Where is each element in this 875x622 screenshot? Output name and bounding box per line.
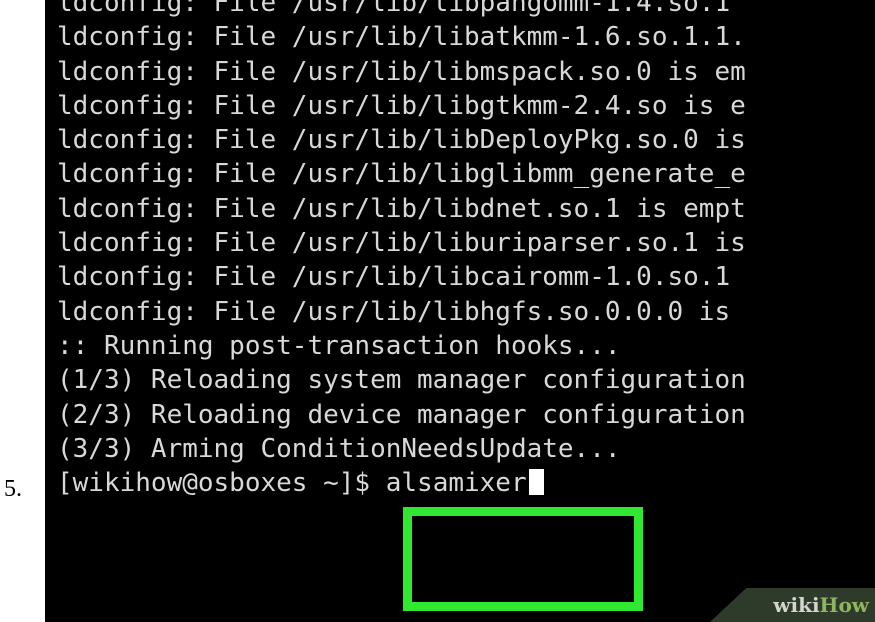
shell-prompt: [wikihow@osboxes ~]$: [57, 468, 386, 499]
terminal-line: ldconfig: File /usr/lib/libatkmm-1.6.so.…: [57, 22, 746, 53]
typed-command[interactable]: alsamixer: [386, 468, 527, 498]
terminal-line: (2/3) Reloading device manager configura…: [57, 399, 746, 430]
terminal-line: :: Running post-transaction hooks...: [57, 330, 621, 361]
terminal-line: ldconfig: File /usr/lib/liburiparser.so.…: [57, 228, 746, 259]
terminal-line: (1/3) Reloading system manager configura…: [57, 365, 746, 396]
terminal-line: ldconfig: File /usr/lib/libpangomm-1.4.s…: [57, 0, 731, 18]
text-cursor: [528, 469, 544, 496]
terminal-line: ldconfig: File /usr/lib/libDeployPkg.so.…: [57, 125, 746, 156]
terminal-line: ldconfig: File /usr/lib/libglibmm_genera…: [57, 159, 746, 190]
highlight-box: [403, 507, 643, 611]
terminal-line: ldconfig: File /usr/lib/libgtkmm-2.4.so …: [57, 90, 746, 121]
terminal-output: ldconfig: File /usr/lib/libpangomm-1.4.s…: [57, 0, 746, 500]
step-number: 5.: [4, 476, 22, 502]
wikihow-watermark: wikiHow: [710, 588, 875, 622]
terminal-line: ldconfig: File /usr/lib/libdnet.so.1 is …: [57, 193, 746, 224]
terminal-line: ldconfig: File /usr/lib/libmspack.so.0 i…: [57, 56, 746, 87]
prompt-line[interactable]: [wikihow@osboxes ~]$ alsamixer: [57, 466, 746, 500]
watermark-wiki: wiki: [773, 593, 820, 617]
terminal-line: ldconfig: File /usr/lib/libcairomm-1.0.s…: [57, 262, 731, 293]
terminal-line: (3/3) Arming ConditionNeedsUpdate...: [57, 433, 621, 464]
terminal-window[interactable]: ldconfig: File /usr/lib/libpangomm-1.4.s…: [45, 0, 875, 622]
terminal-line: ldconfig: File /usr/lib/libhgfs.so.0.0.0…: [57, 296, 731, 327]
watermark-how: How: [819, 593, 869, 617]
